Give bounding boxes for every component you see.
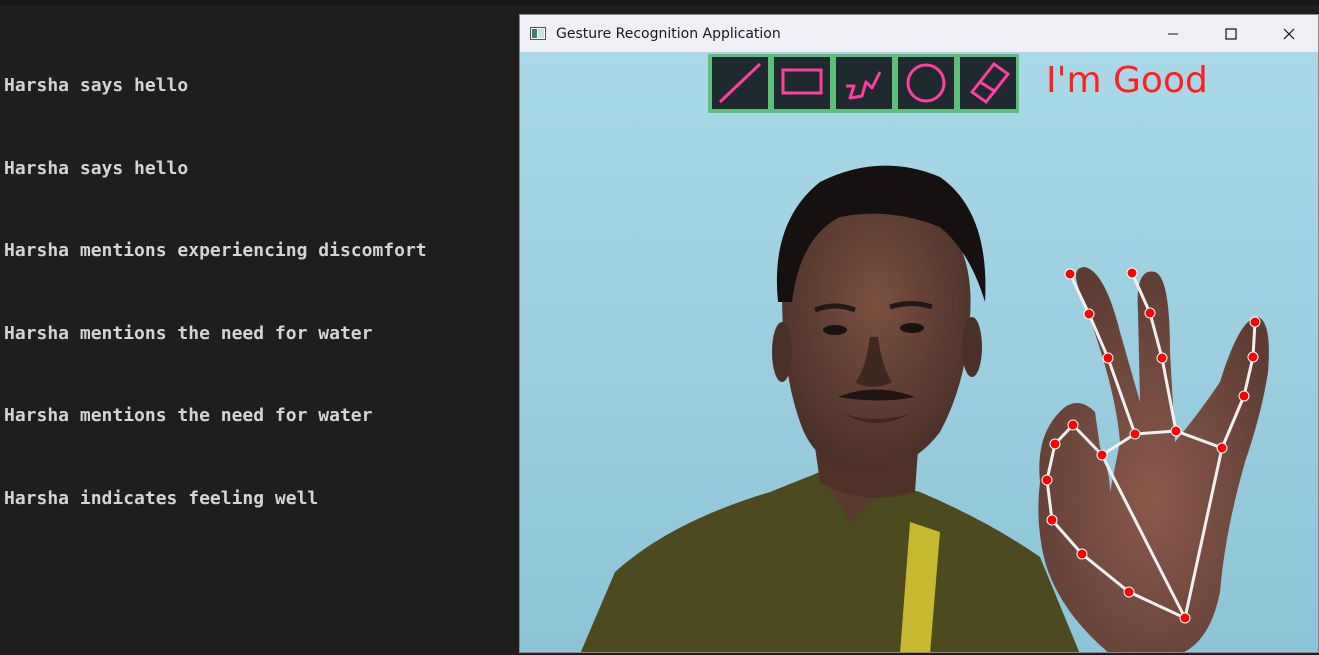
window-title: Gesture Recognition Application <box>556 25 781 42</box>
close-button[interactable] <box>1260 15 1318 52</box>
minimize-icon <box>1168 33 1178 34</box>
landmark-point <box>1102 352 1114 364</box>
terminal-line: Harsha mentions the need for water <box>4 322 373 344</box>
landmark-point <box>1129 428 1141 440</box>
landmark-point <box>1238 390 1250 402</box>
landmark-point <box>1083 308 1095 320</box>
rectangle-tool[interactable] <box>774 57 830 109</box>
terminal-line: Harsha says hello <box>4 157 189 179</box>
landmark-point <box>1123 586 1135 598</box>
landmark-point <box>1249 316 1261 328</box>
terminal-line: Harsha says hello <box>4 75 189 96</box>
landmark-point <box>1096 449 1108 461</box>
terminal-line: Harsha indicates feeling well <box>4 487 319 509</box>
maximize-button[interactable] <box>1202 15 1260 52</box>
gesture-app-window: Gesture Recognition Application I'm Good <box>519 14 1319 653</box>
terminal-line: Harsha mentions the need for water <box>4 405 373 426</box>
terminal-line: Harsha mentions experiencing discomfort <box>4 240 427 261</box>
landmark-point <box>1126 267 1138 279</box>
maximize-icon <box>1225 27 1237 40</box>
top-border <box>0 0 1319 5</box>
terminal-output: Harsha says hello Harsha says hello Hars… <box>4 17 514 540</box>
line-tool[interactable] <box>712 57 768 109</box>
landmark-point <box>1156 352 1168 364</box>
landmark-point <box>1247 351 1259 363</box>
drawing-toolbar <box>708 54 1019 113</box>
close-icon <box>1283 28 1295 39</box>
landmark-point <box>1064 268 1076 280</box>
camera-feed: I'm Good <box>520 52 1318 652</box>
landmark-point <box>1076 548 1088 560</box>
landmark-point <box>1067 419 1079 431</box>
gesture-status-text: I'm Good <box>1046 60 1208 101</box>
circle-tool[interactable] <box>898 57 954 109</box>
landmark-point <box>1179 612 1191 624</box>
landmark-point <box>1144 307 1156 319</box>
freehand-tool[interactable] <box>836 57 892 109</box>
landmark-point <box>1049 438 1061 450</box>
eraser-tool[interactable] <box>960 57 1016 109</box>
app-icon <box>530 27 546 40</box>
landmark-point <box>1041 474 1053 486</box>
window-titlebar[interactable]: Gesture Recognition Application <box>520 15 1318 52</box>
landmark-point <box>1046 514 1058 526</box>
minimize-button[interactable] <box>1144 15 1202 52</box>
landmark-point <box>1170 425 1182 437</box>
landmark-point <box>1216 442 1228 454</box>
